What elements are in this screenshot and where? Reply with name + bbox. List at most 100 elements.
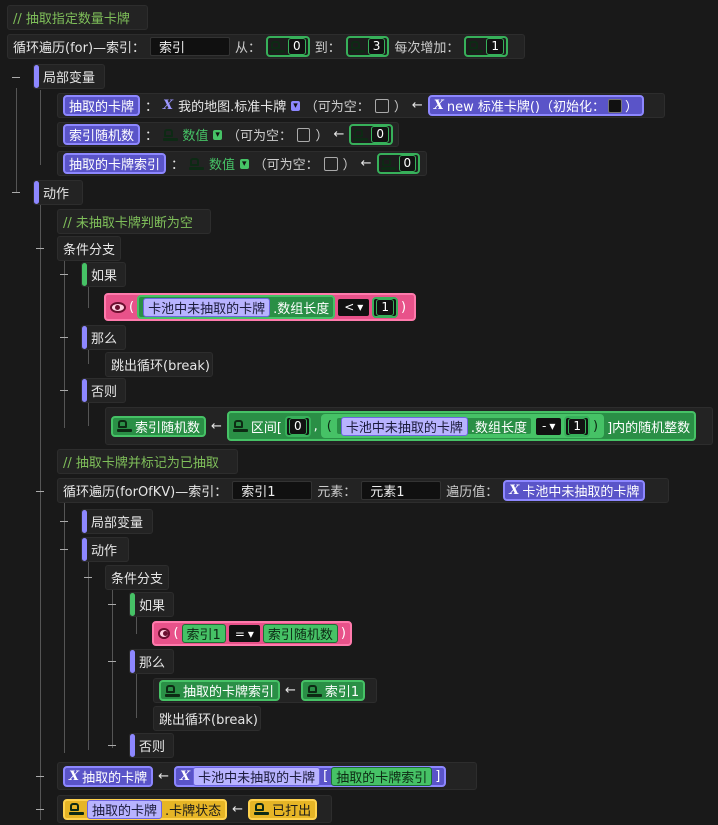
collapse-toggle[interactable] xyxy=(36,809,44,810)
assign-statement[interactable]: 抽取的卡牌 .卡牌状态 ← 已打出 xyxy=(57,795,332,823)
for-loop-block[interactable]: 循环遍历(for)—索引： 索引 从： 0 到： 3 每次增加： 1 xyxy=(7,34,525,59)
subtract-expression[interactable]: ( 卡池中未抽取的卡牌 .数组长度 - ▾ 1 ) xyxy=(320,414,605,438)
object-variable[interactable]: 抽取的卡牌 xyxy=(87,799,163,819)
to-value[interactable]: 3 xyxy=(367,38,386,55)
compare-number[interactable]: 1 xyxy=(372,296,398,318)
compare-value[interactable]: 1 xyxy=(376,298,394,316)
list-variable[interactable]: 卡池中未抽取的卡牌 xyxy=(193,766,321,786)
collapse-toggle[interactable] xyxy=(84,577,92,578)
branch-block[interactable]: 条件分支 xyxy=(57,236,121,261)
value-variable-pill[interactable]: 索引1 xyxy=(300,680,366,701)
condition-expression[interactable]: ( 卡池中未抽取的卡牌 .数组长度 < ▾ 1 ) xyxy=(104,293,416,321)
forkv-index-input[interactable]: 索引1 xyxy=(232,481,313,500)
array-index-expression[interactable]: X 卡池中未抽取的卡牌 [ 抽取的卡牌索引 ] xyxy=(174,765,447,787)
init-number[interactable]: 0 xyxy=(349,124,393,145)
iterate-value-pill[interactable]: X 卡池中未抽取的卡牌 xyxy=(503,480,646,501)
property-target-pill[interactable]: 抽取的卡牌 .卡牌状态 xyxy=(63,798,228,820)
variable-name-pill[interactable]: 抽取的卡牌 xyxy=(63,95,141,116)
property-access-pill[interactable]: 卡池中未抽取的卡牌 .数组长度 xyxy=(137,295,336,319)
list-variable[interactable]: 卡池中未抽取的卡牌 xyxy=(143,297,271,317)
compare-icon xyxy=(110,301,126,313)
property-access-pill[interactable]: 卡池中未抽取的卡牌 .数组长度 xyxy=(334,416,534,436)
step-number[interactable]: 1 xyxy=(464,36,508,57)
to-number[interactable]: 3 xyxy=(345,36,390,57)
target-variable-pill[interactable]: X 抽取的卡牌 xyxy=(63,765,154,787)
collapse-toggle[interactable] xyxy=(12,77,20,78)
target-variable-pill[interactable]: 抽取的卡牌索引 xyxy=(159,680,281,701)
type-dropdown[interactable]: ▾ xyxy=(213,129,222,140)
else-block[interactable]: 否则 xyxy=(129,733,174,758)
if-block[interactable]: 如果 xyxy=(81,262,126,287)
else-block[interactable]: 否则 xyxy=(81,378,126,403)
for-index-input[interactable]: 索引 xyxy=(150,37,231,56)
collapse-toggle[interactable] xyxy=(60,390,68,391)
collapse-toggle[interactable] xyxy=(60,549,68,550)
comment-block[interactable]: // 抽取指定数量卡牌 xyxy=(7,5,148,30)
break-statement[interactable]: 跳出循环(break) xyxy=(153,706,261,731)
assign-statement[interactable]: 抽取的卡牌索引 ← 索引1 xyxy=(153,678,377,703)
init-value[interactable]: 0 xyxy=(371,126,389,143)
step-value[interactable]: 1 xyxy=(486,38,504,55)
enum-type-icon xyxy=(254,803,270,815)
init-checkbox[interactable] xyxy=(607,98,622,113)
locals-block[interactable]: 局部变量 xyxy=(81,509,153,534)
nullable-checkbox[interactable] xyxy=(323,156,338,171)
collapse-toggle[interactable] xyxy=(108,661,116,662)
collapse-toggle[interactable] xyxy=(36,248,44,249)
local-variable-row[interactable]: 抽取的卡牌索引 ： 数值 ▾ （可为空： ） ← 0 xyxy=(57,151,427,176)
collapse-toggle[interactable] xyxy=(36,776,44,777)
left-operand[interactable]: 索引1 xyxy=(181,624,226,643)
collapse-toggle[interactable] xyxy=(12,192,20,193)
from-value[interactable]: 0 xyxy=(288,38,306,55)
collapse-toggle[interactable] xyxy=(36,491,44,492)
init-number[interactable]: 0 xyxy=(376,153,421,174)
subtract-number[interactable]: 1 xyxy=(564,415,591,437)
then-block[interactable]: 那么 xyxy=(81,325,126,350)
collapse-toggle[interactable] xyxy=(108,604,116,605)
break-statement[interactable]: 跳出循环(break) xyxy=(105,352,213,377)
range-start-value[interactable]: 0 xyxy=(289,417,307,435)
comment-block[interactable]: // 未抽取卡牌判断为空 xyxy=(57,209,211,234)
index-variable[interactable]: 抽取的卡牌索引 xyxy=(331,766,433,786)
collapse-toggle[interactable] xyxy=(60,521,68,522)
locals-block[interactable]: 局部变量 xyxy=(33,64,105,89)
range-start-number[interactable]: 0 xyxy=(285,415,311,437)
actions-block[interactable]: 动作 xyxy=(33,180,83,205)
local-variable-row[interactable]: 索引随机数 ： 数值 ▾ （可为空： ） ← 0 xyxy=(57,122,399,147)
init-value[interactable]: 0 xyxy=(398,155,417,172)
local-variable-row[interactable]: 抽取的卡牌 ： X 我的地图.标准卡牌 ▾ （可为空： ） ← Xnew 标准卡… xyxy=(57,93,665,118)
target-variable-pill[interactable]: 索引随机数 xyxy=(111,415,207,437)
operator-dropdown[interactable]: = ▾ xyxy=(228,625,260,642)
if-block[interactable]: 如果 xyxy=(129,592,174,617)
actions-block[interactable]: 动作 xyxy=(81,537,129,562)
list-variable[interactable]: 卡池中未抽取的卡牌 xyxy=(340,416,468,436)
operator-dropdown[interactable]: < ▾ xyxy=(338,298,370,316)
random-range-function[interactable]: 区间[ 0 , ( 卡池中未抽取的卡牌 .数组长度 - ▾ 1 ) ]内的随机整数 xyxy=(226,411,697,441)
operator-dropdown[interactable]: - ▾ xyxy=(536,417,562,435)
collapse-toggle[interactable] xyxy=(60,274,68,275)
forkv-loop-block[interactable]: 循环遍历(forOfKV)—索引： 索引1 元素： 元素1 遍历值： X 卡池中未… xyxy=(57,478,669,503)
new-object-pill[interactable]: Xnew 标准卡牌()（初始化： ） xyxy=(427,95,644,116)
right-operand[interactable]: 索引随机数 xyxy=(262,624,338,643)
block-accent xyxy=(34,181,39,204)
from-number[interactable]: 0 xyxy=(266,36,310,57)
nullable-checkbox[interactable] xyxy=(296,127,311,142)
assign-statement[interactable]: 索引随机数 ← 区间[ 0 , ( 卡池中未抽取的卡牌 .数组长度 - ▾ 1 )… xyxy=(105,407,713,445)
collapse-toggle[interactable] xyxy=(60,337,68,338)
subtract-value[interactable]: 1 xyxy=(568,417,587,435)
variable-name-pill[interactable]: 索引随机数 xyxy=(63,124,141,145)
collapse-toggle[interactable] xyxy=(108,745,116,746)
type-dropdown[interactable]: ▾ xyxy=(240,158,249,169)
variable-name: 抽取的卡牌索引 xyxy=(69,158,161,173)
type-dropdown[interactable]: ▾ xyxy=(291,100,300,111)
branch-block[interactable]: 条件分支 xyxy=(105,565,169,590)
element-input[interactable]: 元素1 xyxy=(361,481,442,500)
tree-line xyxy=(88,402,89,426)
then-block[interactable]: 那么 xyxy=(129,649,174,674)
variable-name-pill[interactable]: 抽取的卡牌索引 xyxy=(63,153,167,174)
enum-value-pill[interactable]: 已打出 xyxy=(248,798,318,820)
nullable-checkbox[interactable] xyxy=(374,98,389,113)
comment-block[interactable]: // 抽取卡牌并标记为已抽取 xyxy=(57,449,238,474)
assign-statement[interactable]: X 抽取的卡牌 ← X 卡池中未抽取的卡牌 [ 抽取的卡牌索引 ] xyxy=(57,762,477,790)
condition-expression[interactable]: ( 索引1 = ▾ 索引随机数 ) xyxy=(152,621,352,646)
